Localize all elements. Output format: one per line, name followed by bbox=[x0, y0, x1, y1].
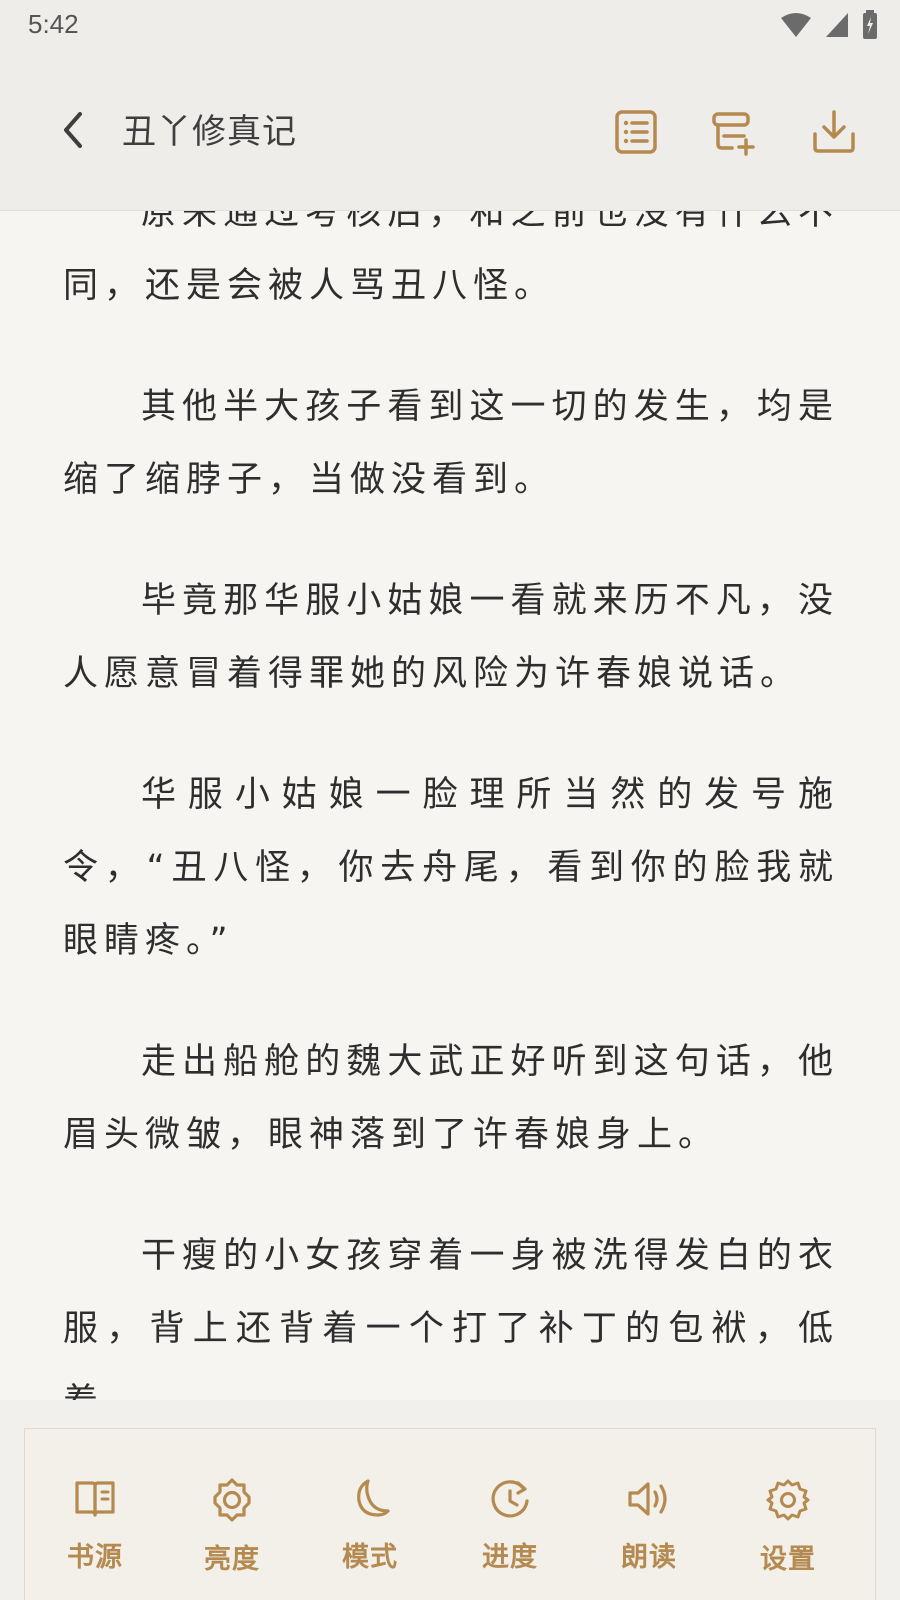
paragraph: 毕竟那华服小姑娘一看就来历不凡，没人愿意冒着得罪她的风险为许春娘说话。 bbox=[63, 581, 839, 694]
status-bar: 5:42 bbox=[0, 0, 900, 52]
download-button[interactable] bbox=[810, 108, 858, 156]
battery-icon bbox=[863, 10, 877, 39]
progress-icon bbox=[491, 1480, 529, 1518]
table-of-contents-icon bbox=[615, 110, 657, 154]
paragraph: 原来通过考核后，和之前也没有什么不同，还是会被人骂丑八怪。 bbox=[63, 210, 839, 306]
toolbar-label: 设置 bbox=[760, 1544, 816, 1575]
toolbar-mode-button[interactable]: 模式 bbox=[315, 1477, 425, 1587]
bottom-toolbar: 书源 亮度 模式 进度 朗读 设置 bbox=[24, 1428, 876, 1600]
toolbar-label: 亮度 bbox=[204, 1544, 260, 1575]
add-to-shelf-icon bbox=[712, 112, 755, 156]
book-title: 丑丫修真记 bbox=[122, 112, 297, 152]
brightness-icon bbox=[213, 1478, 251, 1522]
toolbar-book-source-button[interactable]: 书源 bbox=[40, 1477, 150, 1587]
cellular-signal-icon bbox=[826, 13, 848, 37]
toolbar-read-aloud-button[interactable]: 朗读 bbox=[594, 1477, 704, 1587]
status-time: 5:42 bbox=[28, 9, 79, 39]
toolbar-label: 进度 bbox=[482, 1542, 538, 1573]
toolbar-progress-button[interactable]: 进度 bbox=[455, 1477, 565, 1587]
chapter-text: 原来通过考核后，和之前也没有什么不同，还是会被人骂丑八怪。 其他半大孩子看到这一… bbox=[63, 210, 839, 1400]
chevron-left-icon bbox=[64, 112, 82, 148]
toolbar-label: 书源 bbox=[67, 1542, 123, 1573]
download-icon bbox=[813, 110, 855, 153]
toolbar-label: 模式 bbox=[342, 1542, 398, 1573]
table-of-contents-button[interactable] bbox=[612, 108, 660, 156]
toolbar-label: 朗读 bbox=[621, 1542, 677, 1573]
toolbar-settings-button[interactable]: 设置 bbox=[733, 1477, 843, 1587]
book-source-icon bbox=[75, 1481, 115, 1517]
settings-icon bbox=[766, 1479, 810, 1521]
wifi-icon bbox=[781, 13, 811, 37]
paragraph: 走出船舱的魏大武正好听到这句话，他眉头微皱，眼神落到了许春娘身上。 bbox=[63, 1042, 839, 1155]
paragraph: 华服小姑娘一脸理所当然的发号施令，“丑八怪，你去舟尾，看到你的脸我就眼睛疼。” bbox=[63, 775, 839, 961]
speaker-icon bbox=[628, 1482, 667, 1516]
reader-top-bar: 丑丫修真记 bbox=[0, 52, 900, 211]
back-button[interactable] bbox=[52, 108, 96, 152]
add-to-shelf-button[interactable] bbox=[710, 108, 758, 156]
moon-icon bbox=[357, 1479, 390, 1517]
reading-area[interactable]: 原来通过考核后，和之前也没有什么不同，还是会被人骂丑八怪。 其他半大孩子看到这一… bbox=[0, 210, 900, 1400]
paragraph: 干瘦的小女孩穿着一身被洗得发白的衣服，背上还背着一个打了补丁的包袱，低着 bbox=[63, 1236, 839, 1400]
toolbar-brightness-button[interactable]: 亮度 bbox=[177, 1477, 287, 1587]
paragraph: 其他半大孩子看到这一切的发生，均是缩了缩脖子，当做没看到。 bbox=[63, 387, 839, 500]
status-icons bbox=[780, 10, 878, 40]
